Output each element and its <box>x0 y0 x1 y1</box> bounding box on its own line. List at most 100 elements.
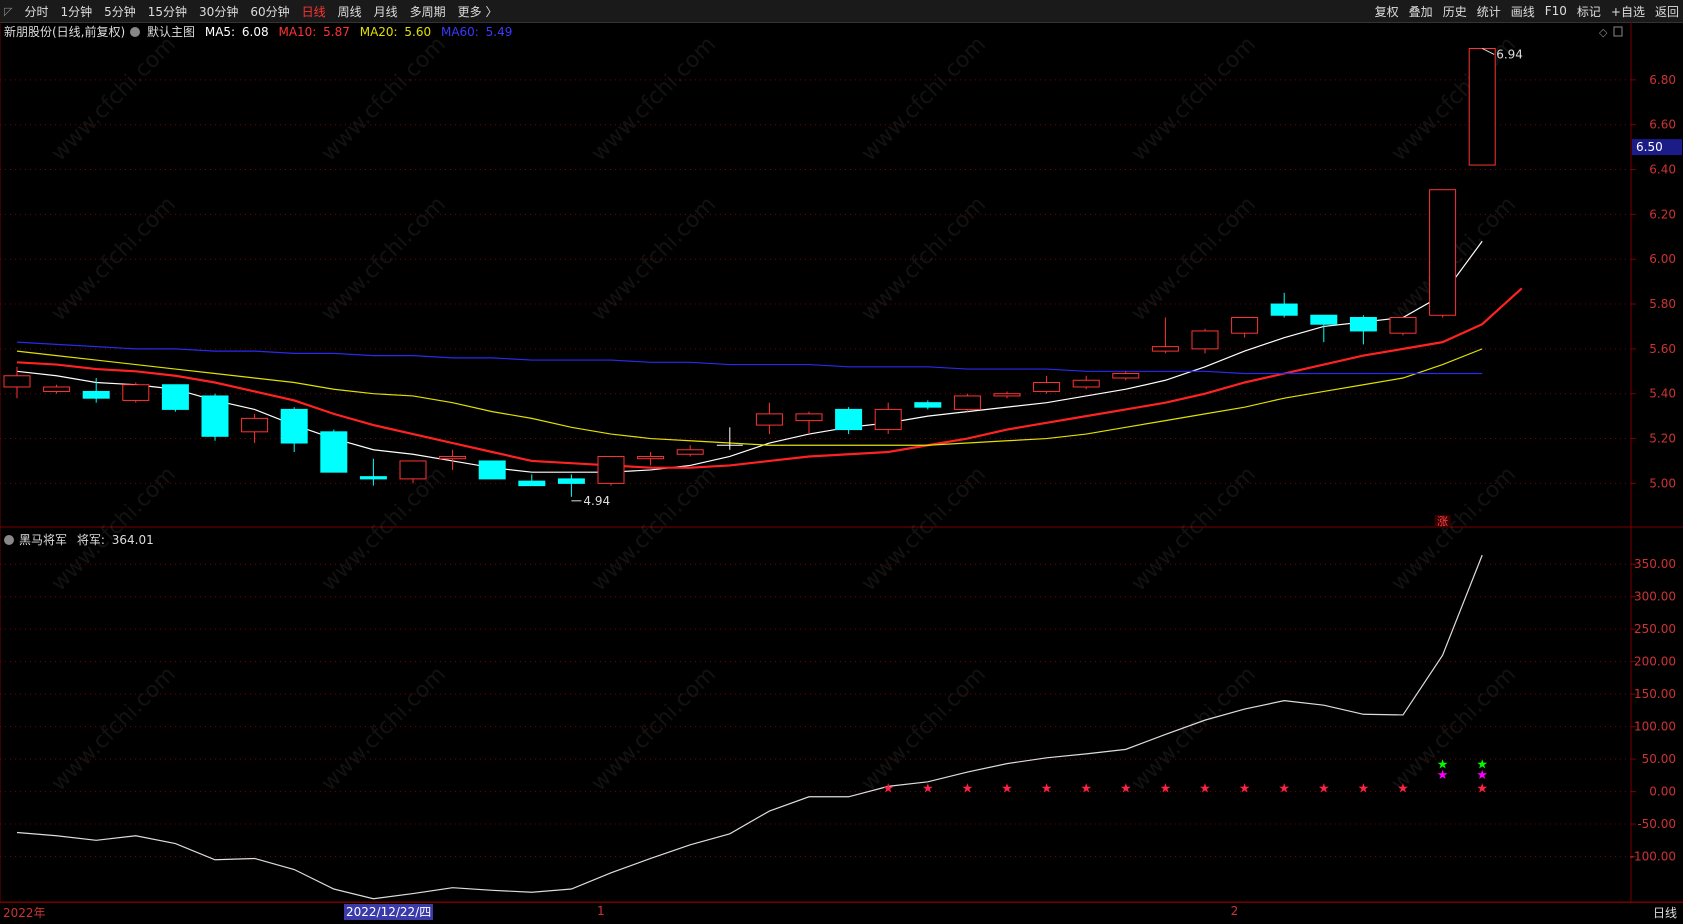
candle[interactable] <box>1270 292 1298 318</box>
tool-button[interactable]: F10 <box>1545 4 1567 18</box>
candle[interactable] <box>795 411 823 435</box>
signal-star: ★ <box>1397 782 1409 797</box>
candle[interactable] <box>43 384 71 394</box>
candle[interactable] <box>1151 317 1179 354</box>
period-tab[interactable]: 分时 <box>24 3 48 20</box>
tool-button[interactable]: 标记 <box>1577 3 1601 20</box>
candle-body <box>874 408 902 431</box>
candle[interactable] <box>1191 328 1219 354</box>
watermark: www.cfchi.com <box>1387 462 1521 596</box>
period-tab[interactable]: 月线 <box>374 3 398 20</box>
candle[interactable] <box>359 458 387 486</box>
candle-body <box>1468 47 1496 166</box>
candle[interactable] <box>82 378 110 403</box>
candle-body <box>320 431 348 473</box>
candle[interactable] <box>280 407 308 452</box>
tool-button[interactable]: 历史 <box>1443 3 1467 20</box>
candle-body <box>518 480 546 487</box>
axis-tick-label: 0.00 <box>1649 785 1676 799</box>
tool-button[interactable]: 复权 <box>1375 3 1399 20</box>
candle[interactable] <box>953 393 981 412</box>
candle[interactable] <box>320 429 348 473</box>
candle-body <box>914 402 942 408</box>
tool-button[interactable]: 画线 <box>1511 3 1535 20</box>
candle[interactable] <box>1033 375 1061 394</box>
moving-average-lines <box>16 240 1523 473</box>
candle-body <box>1389 316 1417 334</box>
period-indicator[interactable]: 日线 <box>1653 904 1677 921</box>
candle[interactable] <box>161 384 189 412</box>
indicator-menu-icon[interactable] <box>4 535 14 545</box>
candle[interactable] <box>201 393 229 441</box>
candle-body <box>755 413 783 426</box>
signal-star: ★ <box>962 782 974 797</box>
diamond-icon[interactable]: ◇ <box>1599 26 1608 39</box>
candle[interactable] <box>1072 375 1100 390</box>
signal-star: ★ <box>1080 782 1092 797</box>
signal-star: ★ <box>1160 782 1172 797</box>
period-tab[interactable]: 1分钟 <box>60 3 92 20</box>
axis-tick-label: 6.20 <box>1649 207 1676 221</box>
high-marker-label: 6.94 <box>1496 47 1523 61</box>
ma10-label: MA10: <box>278 25 316 39</box>
candle[interactable] <box>478 460 506 480</box>
signal-star: ★ <box>1239 782 1251 797</box>
candle[interactable] <box>676 445 704 457</box>
sub-legend: 黑马将军 将军: 364.01 <box>19 533 154 547</box>
sub-grid <box>0 563 1631 858</box>
watermark: www.cfchi.com <box>1127 662 1261 796</box>
signal-star: ★ <box>1318 782 1330 797</box>
axis-tick-label: 50.00 <box>1642 752 1676 766</box>
candle[interactable] <box>637 451 665 466</box>
period-tab[interactable]: 日线 <box>302 3 326 20</box>
panel-toggle-icon[interactable] <box>1613 26 1623 37</box>
watermark: www.cfchi.com <box>857 32 991 166</box>
candle-body <box>241 417 269 433</box>
candle[interactable] <box>1349 315 1377 345</box>
menu-corner-icon[interactable]: ◸ <box>4 5 12 18</box>
tool-button[interactable]: +自选 <box>1611 3 1645 20</box>
ma10-value: 5.87 <box>323 25 350 39</box>
period-tab[interactable]: 周线 <box>338 3 362 20</box>
ma-line-ma60 <box>16 341 1483 375</box>
tool-button[interactable]: 返回 <box>1655 3 1679 20</box>
current-price-label: 6.50 <box>1636 140 1663 154</box>
chart-frame <box>0 22 1683 903</box>
signal-star: ★ <box>1041 782 1053 797</box>
tool-button[interactable]: 叠加 <box>1409 3 1433 20</box>
candle[interactable] <box>1389 316 1417 336</box>
candle[interactable] <box>1468 47 1496 166</box>
candle-body <box>478 460 506 480</box>
candle[interactable] <box>122 382 150 403</box>
candle[interactable] <box>1112 371 1140 381</box>
candle[interactable] <box>3 366 31 399</box>
period-tab[interactable]: 60分钟 <box>250 3 289 20</box>
candle[interactable] <box>914 400 942 410</box>
time-label: 2 <box>1230 904 1239 918</box>
candle[interactable] <box>518 474 546 487</box>
candle-body <box>1270 303 1298 316</box>
watermark: www.cfchi.com <box>317 32 451 166</box>
candle-body <box>201 395 229 437</box>
candle[interactable] <box>874 402 902 435</box>
ma-line-ma20 <box>16 348 1483 446</box>
candle[interactable] <box>557 474 585 497</box>
period-tab[interactable]: 多周期 <box>410 3 446 20</box>
tool-button[interactable]: 统计 <box>1477 3 1501 20</box>
candle[interactable] <box>597 455 625 486</box>
candle[interactable] <box>993 391 1021 399</box>
period-tab[interactable]: 15分钟 <box>148 3 187 20</box>
template-menu-icon[interactable] <box>130 27 140 37</box>
candlesticks[interactable] <box>3 47 1496 497</box>
period-tab[interactable]: 更多 〉 <box>458 3 498 20</box>
candle[interactable] <box>1231 316 1259 338</box>
candle[interactable] <box>755 402 783 435</box>
candle[interactable] <box>1429 189 1457 318</box>
candle[interactable] <box>835 407 863 435</box>
watermark: www.cfchi.com <box>317 662 451 796</box>
watermark: www.cfchi.com <box>587 32 721 166</box>
axis-tick-label: 350.00 <box>1634 557 1676 571</box>
axis-tick-label: 5.00 <box>1649 476 1676 490</box>
period-tab[interactable]: 5分钟 <box>104 3 136 20</box>
period-tab[interactable]: 30分钟 <box>199 3 238 20</box>
